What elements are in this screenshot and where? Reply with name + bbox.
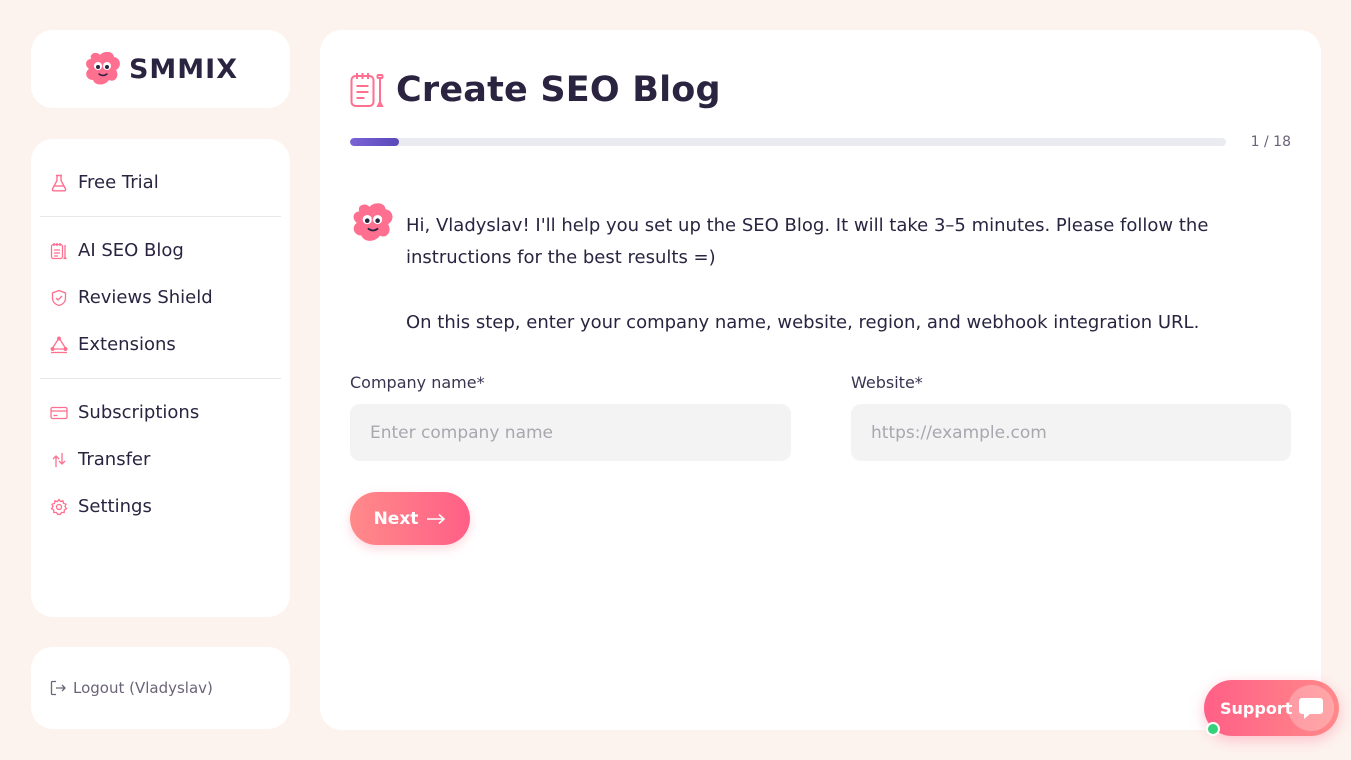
sidebar-item-label: AI SEO Blog xyxy=(78,240,184,261)
shield-icon xyxy=(51,289,67,306)
transfer-icon xyxy=(52,452,66,467)
progress-fill xyxy=(350,138,399,146)
sidebar-item-label: Free Trial xyxy=(78,172,159,193)
logout-icon xyxy=(50,680,66,696)
sidebar-nav: Free Trial AI SEO Blog Reviews Shield Ex… xyxy=(31,139,290,617)
website-group: Website* xyxy=(851,373,1291,461)
mascot-logo-icon xyxy=(86,51,120,85)
support-button[interactable]: Support xyxy=(1204,680,1339,736)
notepad-icon xyxy=(50,242,67,259)
nav-divider xyxy=(40,216,281,217)
company-name-label: Company name* xyxy=(350,373,485,392)
logout-button[interactable]: Logout (Vladyslav) xyxy=(31,647,290,729)
main-panel: Create SEO Blog 1 / 18 Hi, Vladyslav! I'… xyxy=(320,30,1321,730)
mascot-avatar-icon xyxy=(353,203,393,241)
sidebar-item-reviews-shield[interactable]: Reviews Shield xyxy=(40,274,281,321)
message-instructions: On this step, enter your company name, w… xyxy=(406,312,1200,333)
logout-label: Logout (Vladyslav) xyxy=(73,679,213,697)
online-status-indicator xyxy=(1206,722,1220,736)
gear-icon xyxy=(50,497,68,515)
extensions-icon xyxy=(50,336,68,353)
nav-divider xyxy=(40,378,281,379)
arrow-right-icon xyxy=(427,513,446,524)
next-button[interactable]: Next xyxy=(350,492,470,545)
step-progress: 1 / 18 xyxy=(350,134,1291,150)
logo-card: SMMIX xyxy=(31,30,290,108)
progress-counter: 1 / 18 xyxy=(1250,134,1291,150)
chat-bubble-icon xyxy=(1288,685,1334,731)
subscription-icon xyxy=(50,406,68,419)
flask-icon xyxy=(51,174,67,191)
progress-bar xyxy=(350,138,1226,146)
next-button-label: Next xyxy=(373,508,419,529)
support-label: Support xyxy=(1220,698,1293,718)
sidebar-item-label: Reviews Shield xyxy=(78,287,213,308)
company-name-input[interactable] xyxy=(350,404,791,461)
message-text: Hi, Vladyslav! I'll help you set up the … xyxy=(406,200,1250,339)
website-label: Website* xyxy=(851,373,923,392)
brand-name: SMMIX xyxy=(128,53,239,85)
message-intro: Hi, Vladyslav! I'll help you set up the … xyxy=(406,215,1209,268)
sidebar-item-subscriptions[interactable]: Subscriptions xyxy=(40,389,281,436)
sidebar-item-settings[interactable]: Settings xyxy=(40,483,281,530)
sidebar-item-extensions[interactable]: Extensions xyxy=(40,321,281,368)
sidebar-item-label: Extensions xyxy=(78,334,176,355)
sidebar-item-label: Subscriptions xyxy=(78,402,200,423)
sidebar-item-label: Transfer xyxy=(78,449,151,470)
website-input[interactable] xyxy=(851,404,1291,461)
page-title: Create SEO Blog xyxy=(396,70,721,110)
page-header: Create SEO Blog xyxy=(350,70,721,110)
sidebar-item-ai-seo-blog[interactable]: AI SEO Blog xyxy=(40,227,281,274)
sidebar-item-transfer[interactable]: Transfer xyxy=(40,436,281,483)
company-name-group: Company name* xyxy=(350,373,791,461)
assistant-message: Hi, Vladyslav! I'll help you set up the … xyxy=(350,200,1250,339)
sidebar-item-label: Settings xyxy=(78,496,152,517)
sidebar-item-free-trial[interactable]: Free Trial xyxy=(40,159,281,206)
notepad-icon xyxy=(350,73,384,107)
